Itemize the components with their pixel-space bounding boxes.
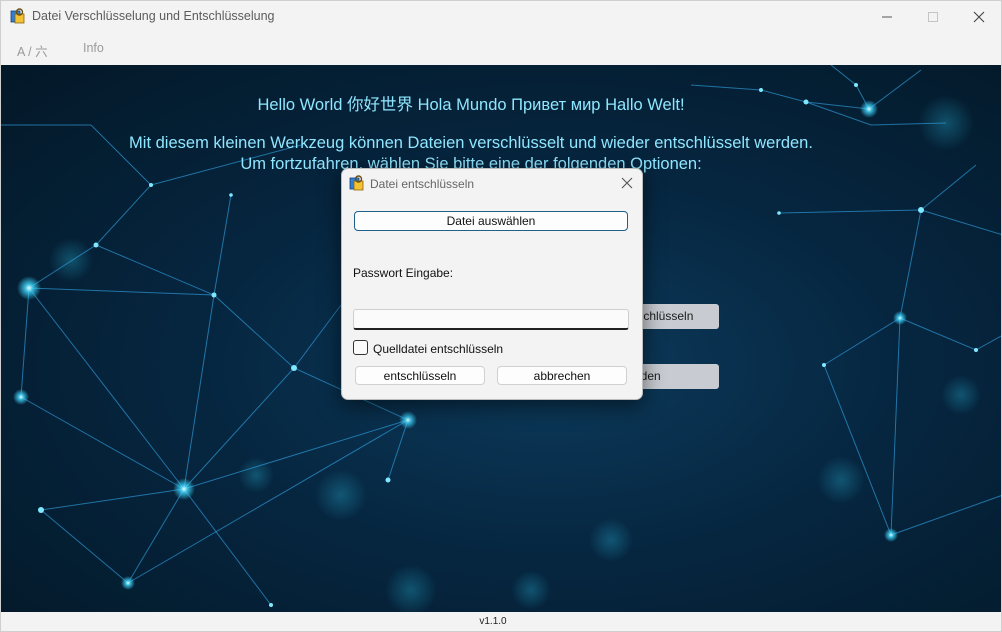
title-bar: Datei Verschlüsselung und Entschlüsselun… [1,1,1001,32]
maximize-icon [928,11,938,22]
app-icon [10,8,25,24]
decrypt-source-checkbox[interactable] [353,340,368,355]
close-icon [973,11,985,22]
maximize-button[interactable] [910,1,956,32]
menu-language[interactable]: A / 六 [17,41,48,60]
checkbox-label[interactable]: Quelldatei entschlüsseln [373,342,503,356]
version-label: v1.1.0 [479,616,507,627]
dialog-app-icon [349,175,364,191]
select-file-button[interactable]: Datei auswählen [354,211,628,231]
menu-bar: A / 六 Info [1,32,1001,65]
decrypt-button[interactable]: entschlüsseln [355,366,485,385]
decrypt-dialog: Datei entschlüsseln Datei auswählen Pass… [341,168,643,400]
menu-info[interactable]: Info [83,41,104,55]
minimize-button[interactable] [864,1,910,32]
minimize-icon [882,16,892,17]
window-title: Datei Verschlüsselung und Entschlüsselun… [32,9,275,23]
password-input[interactable] [353,309,629,330]
close-button[interactable] [956,1,1001,32]
cancel-button[interactable]: abbrechen [497,366,627,385]
intro-text-line-1: Mit diesem kleinen Werkzeug können Datei… [129,134,813,152]
status-bar: v1.1.0 [1,612,1001,631]
dialog-close-icon[interactable] [618,174,636,192]
hello-world-text: Hello World 你好世界 Hola Mundo Привет мир H… [257,96,685,114]
password-label: Passwort Eingabe: [353,266,454,280]
dialog-title: Datei entschlüsseln [370,177,475,191]
